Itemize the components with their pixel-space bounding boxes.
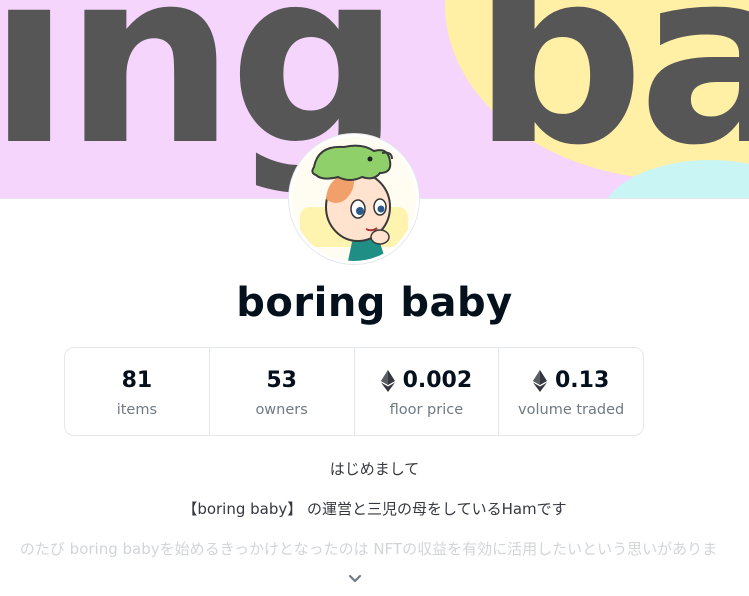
stat-value: 0.002	[380, 366, 473, 396]
stat-items[interactable]: 81 items	[65, 348, 210, 435]
chevron-down-icon	[348, 574, 362, 583]
stat-floor-price[interactable]: 0.002 floor price	[355, 348, 500, 435]
stat-label: owners	[255, 401, 308, 418]
collection-title: boring baby	[236, 280, 513, 326]
description-line: はじめまして	[329, 460, 420, 478]
stat-volume-traded[interactable]: 0.13 volume traded	[499, 348, 643, 435]
description-line: 【boring baby】 の運営と三児の母をしているHamです	[182, 500, 567, 518]
stat-value: 53	[266, 366, 297, 396]
stat-value: 81	[122, 366, 153, 396]
baby-illustration-icon	[292, 137, 416, 261]
stat-owners[interactable]: 53 owners	[210, 348, 355, 435]
stat-value: 0.13	[532, 366, 610, 396]
stat-label: volume traded	[518, 401, 625, 418]
expand-description-button[interactable]	[346, 570, 364, 588]
stat-value-text: 0.002	[402, 368, 473, 393]
stat-label: floor price	[389, 401, 464, 418]
stat-value-text: 53	[266, 368, 297, 393]
description-line-faded: のたび boring babyを始めるきっかけとなったのは NFTの収益を有効に…	[19, 540, 718, 558]
stat-value-text: 81	[121, 368, 153, 393]
collection-stats: 81 items 53 owners 0.002 floor price 0.1	[64, 347, 644, 436]
stat-value-text: 0.13	[554, 368, 610, 393]
ethereum-icon	[532, 369, 547, 392]
collection-avatar[interactable]	[289, 134, 419, 264]
stat-label: items	[116, 401, 158, 418]
ethereum-icon	[380, 369, 395, 392]
